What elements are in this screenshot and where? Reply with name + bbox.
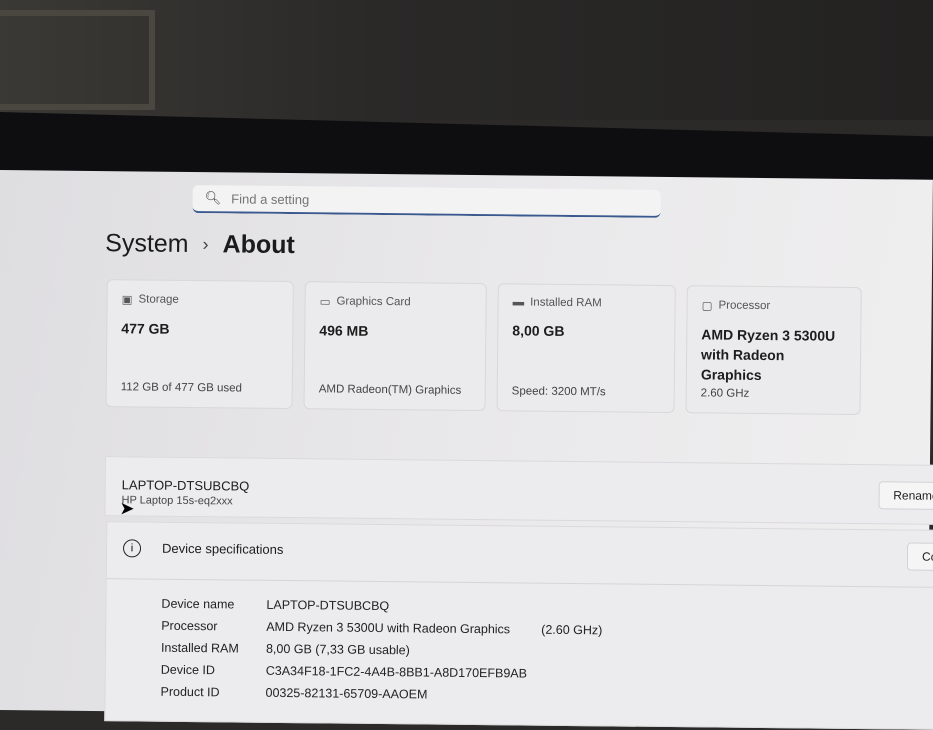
- spec-extra: (2.60 GHz): [541, 622, 603, 638]
- ram-icon: ▬: [512, 296, 525, 309]
- mouse-cursor-icon: ➤: [119, 498, 135, 519]
- spec-value: AMD Ryzen 3 5300U with Radeon Graphics: [266, 619, 511, 637]
- settings-window: 🔍︎ System › About ▣ Storage 477 GB 112 GB…: [0, 170, 933, 730]
- device-name-panel: LAPTOP-DTSUBCBQ HP Laptop 15s-eq2xxx Ren…: [104, 456, 933, 525]
- card-sub: Speed: 3200 MT/s: [511, 385, 606, 399]
- breadcrumb-system[interactable]: System: [105, 229, 189, 259]
- card-value: 8,00 GB: [512, 322, 565, 339]
- rename-button[interactable]: Rename: [878, 481, 933, 511]
- card-label: Storage: [138, 293, 179, 306]
- storage-icon: ▣: [121, 294, 133, 307]
- device-model: HP Laptop 15s-eq2xxx: [121, 494, 233, 508]
- spec-value: LAPTOP-DTSUBCBQ: [266, 597, 390, 614]
- spec-row: Product ID 00325-82131-65709-AAOEM: [160, 681, 601, 708]
- card-label: Graphics Card: [336, 295, 411, 309]
- breadcrumb: System › About: [105, 229, 295, 260]
- graphics-card[interactable]: ▭ Graphics Card 496 MB AMD Radeon(TM) Gra…: [303, 281, 487, 412]
- copy-button[interactable]: Copy: [906, 542, 933, 572]
- card-sub: 112 GB of 477 GB used: [120, 381, 243, 395]
- graphics-card-icon: ▭: [319, 296, 331, 309]
- processor-icon: ▢: [701, 300, 713, 313]
- specs-title: Device specifications: [161, 540, 284, 557]
- info-icon: i: [122, 539, 142, 558]
- search-icon: 🔍︎: [204, 190, 222, 206]
- spec-value: 8,00 GB (7,33 GB usable): [265, 641, 410, 658]
- spec-key: Processor: [161, 618, 218, 634]
- device-name: LAPTOP-DTSUBCBQ: [121, 477, 250, 494]
- card-value: 496 MB: [319, 322, 369, 339]
- spec-key: Device ID: [160, 662, 216, 678]
- spec-key: Device name: [161, 596, 235, 612]
- search-input[interactable]: [229, 189, 634, 212]
- specs-list: Device name LAPTOP-DTSUBCBQ Processor AMD …: [160, 593, 602, 708]
- spec-key: Installed RAM: [160, 640, 239, 656]
- card-label: Installed RAM: [530, 296, 602, 310]
- storage-card[interactable]: ▣ Storage 477 GB 112 GB of 477 GB used: [105, 279, 294, 410]
- card-value: AMD Ryzen 3 5300U: [701, 326, 836, 344]
- card-sub: 2.60 GHz: [700, 387, 750, 400]
- spec-key: Product ID: [160, 684, 220, 700]
- card-value-line2: with Radeon Graphics: [700, 346, 785, 383]
- spec-value: 00325-82131-65709-AAOEM: [265, 685, 428, 702]
- card-label: Processor: [718, 299, 771, 313]
- chevron-right-icon: ›: [202, 234, 209, 255]
- page-title: About: [222, 230, 295, 260]
- specs-header[interactable]: i Device specifications Copy: [106, 522, 933, 588]
- card-sub: AMD Radeon(TM) Graphics: [318, 383, 462, 397]
- card-value: 477 GB: [121, 320, 170, 337]
- ram-card[interactable]: ▬ Installed RAM 8,00 GB Speed: 3200 MT/s: [496, 283, 676, 414]
- background-room: [0, 0, 933, 120]
- device-specifications-panel: i Device specifications Copy Device name…: [104, 521, 933, 730]
- processor-card[interactable]: ▢ Processor AMD Ryzen 3 5300U with Radeon …: [685, 285, 862, 416]
- search-box[interactable]: 🔍︎: [192, 185, 661, 218]
- picture-frame: [0, 10, 155, 110]
- spec-value: C3A34F18-1FC2-4A4B-8BB1-A8D170EFB9AB: [265, 663, 528, 681]
